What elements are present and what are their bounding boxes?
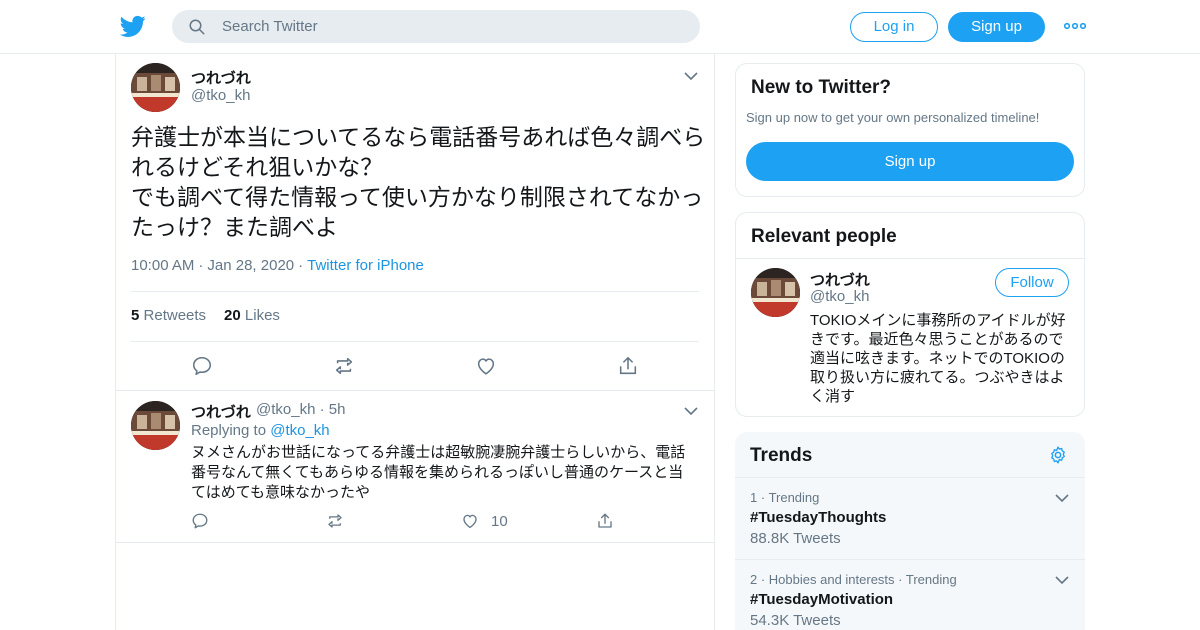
tweet-meta: 10:00 AM · Jan 28, 2020 · Twitter for iPhone: [131, 257, 424, 274]
tweet-stats: 5 Retweets 20 Likes: [131, 307, 280, 324]
trend-count: 88.8K Tweets: [750, 530, 841, 547]
reply-handle[interactable]: @tko_kh: [256, 401, 315, 418]
reply-likes-count[interactable]: 10: [491, 513, 508, 530]
tweet-date[interactable]: Jan 28, 2020: [207, 257, 294, 274]
more-dots-icon[interactable]: [1064, 20, 1086, 32]
search-input[interactable]: [222, 10, 682, 43]
author-handle[interactable]: @tko_kh: [191, 87, 250, 104]
person-name[interactable]: つれづれ: [810, 269, 870, 290]
chevron-down-icon[interactable]: [684, 406, 698, 416]
trends-title: Trends: [750, 445, 813, 466]
person-handle[interactable]: @tko_kh: [810, 288, 869, 305]
replying-handle-link[interactable]: @tko_kh: [270, 422, 329, 439]
share-icon[interactable]: [617, 355, 639, 377]
reply-author-handle[interactable]: @tko_kh · 5h: [256, 401, 345, 418]
trend-category: Trending: [768, 490, 820, 505]
avatar[interactable]: [751, 268, 800, 317]
separator: ·: [198, 257, 204, 274]
trend-rank: 2: [750, 572, 758, 587]
top-bar: Log in Sign up: [0, 0, 1200, 54]
retweets-label: Retweets: [143, 307, 207, 324]
divider: [131, 291, 699, 292]
trend-rank: 1: [750, 490, 758, 505]
trend-count: 54.3K Tweets: [750, 612, 841, 629]
relevant-people-title: Relevant people: [751, 226, 897, 247]
reply-author-name[interactable]: つれづれ: [191, 401, 251, 422]
trend-meta: 2 · Hobbies and interests · Trending: [750, 572, 957, 587]
search-icon: [189, 19, 205, 35]
divider: [736, 258, 1084, 259]
signup-button[interactable]: Sign up: [948, 12, 1045, 42]
tweet-time[interactable]: 10:00 AM: [131, 257, 194, 274]
author-name[interactable]: つれづれ: [191, 67, 251, 88]
retweet-icon[interactable]: [333, 355, 355, 377]
share-icon[interactable]: [596, 512, 614, 530]
avatar[interactable]: [131, 401, 180, 450]
reply-icon[interactable]: [191, 355, 213, 377]
tweet-source-link[interactable]: Twitter for iPhone: [307, 257, 424, 274]
divider: [131, 341, 699, 342]
trend-meta: 1 · Trending: [750, 490, 820, 505]
trends-card: Trends 1 · Trending #TuesdayThoughts 88.…: [735, 432, 1085, 630]
retweets-count: 5: [131, 307, 140, 324]
avatar[interactable]: [131, 63, 180, 112]
twitter-bird-icon[interactable]: [120, 13, 146, 39]
login-button[interactable]: Log in: [850, 12, 938, 42]
chevron-down-icon[interactable]: [1055, 493, 1069, 503]
sidebar-signup-button[interactable]: Sign up: [746, 142, 1074, 181]
new-to-twitter-subtitle: Sign up now to get your own personalized…: [746, 110, 1040, 125]
retweet-icon[interactable]: [326, 512, 344, 530]
tweet-text: 弁護士が本当についてるなら電話番号あれば色々調べられるけどそれ狙いかな？ でも調…: [131, 124, 706, 240]
main-column: つれづれ @tko_kh 弁護士が本当についてるなら電話番号あれば色々調べられる…: [115, 54, 715, 630]
new-to-twitter-card: New to Twitter? Sign up now to get your …: [735, 63, 1085, 197]
separator: ·: [298, 257, 304, 274]
reply-text: ヌメさんがお世話になってる弁護士は超敏腕凄腕弁護士らしいから、電話番号なんて無く…: [191, 444, 686, 501]
trend-hashtag[interactable]: #TuesdayMotivation: [750, 591, 893, 608]
like-icon[interactable]: [475, 355, 497, 377]
divider: [116, 542, 714, 543]
like-icon[interactable]: [461, 512, 479, 530]
chevron-down-icon[interactable]: [1055, 575, 1069, 585]
likes-count: 20: [224, 307, 241, 324]
retweets-stat[interactable]: 5 Retweets: [131, 307, 206, 324]
divider: [116, 390, 714, 391]
new-to-twitter-title: New to Twitter?: [751, 77, 892, 98]
likes-label: Likes: [244, 307, 280, 324]
chevron-down-icon[interactable]: [684, 71, 698, 81]
replying-to: Replying to @tko_kh: [191, 422, 330, 439]
search-bar[interactable]: [172, 10, 700, 43]
person-bio: TOKIOメインに事務所のアイドルが好きです。最近色々思うことがあるので適当に呟…: [810, 312, 1066, 405]
reply-age[interactable]: 5h: [329, 401, 346, 418]
relevant-people-card: Relevant people つれづれ @tko_kh Follow TOKI…: [735, 212, 1085, 417]
gear-icon[interactable]: [1048, 445, 1068, 465]
follow-button[interactable]: Follow: [995, 268, 1069, 297]
likes-stat[interactable]: 20 Likes: [224, 307, 280, 324]
trend-item[interactable]: 1 · Trending #TuesdayThoughts 88.8K Twee…: [735, 477, 1085, 559]
trend-item[interactable]: 2 · Hobbies and interests · Trending #Tu…: [735, 559, 1085, 630]
replying-label: Replying to: [191, 422, 267, 439]
trend-hashtag[interactable]: #TuesdayThoughts: [750, 509, 886, 526]
reply-icon[interactable]: [191, 512, 209, 530]
trend-category: Hobbies and interests · Trending: [768, 572, 957, 587]
